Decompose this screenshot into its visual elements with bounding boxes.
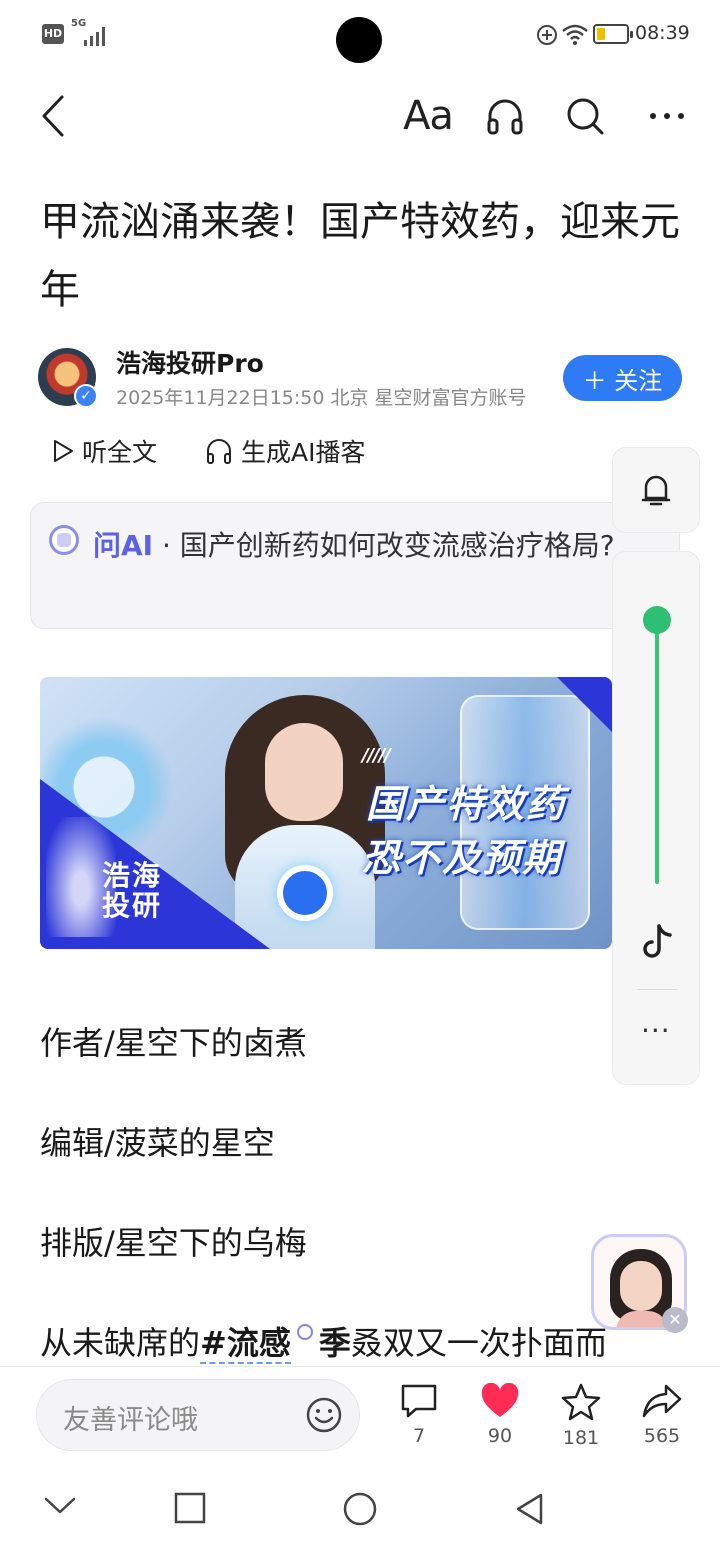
battery-icon bbox=[593, 24, 633, 44]
body-prefix: 从未缺席的 bbox=[40, 1324, 201, 1362]
banner-headline-2: 恐不及预期 bbox=[362, 836, 563, 880]
credit-editor: 编辑/菠菜的星空 bbox=[40, 1124, 275, 1162]
audio-progress-track[interactable] bbox=[655, 618, 659, 884]
article-title: 甲流汹涌来袭！国产特效药，迎来元年 bbox=[40, 199, 680, 313]
star-icon bbox=[561, 1383, 601, 1421]
font-size-label: Aa bbox=[403, 93, 454, 139]
tiktok-icon[interactable] bbox=[639, 922, 675, 962]
back-button[interactable] bbox=[30, 90, 76, 142]
like-button[interactable]: 90 bbox=[465, 1382, 535, 1447]
hd-indicator: HD bbox=[42, 24, 64, 44]
font-size-button[interactable]: Aa bbox=[400, 90, 456, 142]
comment-placeholder: 友善评论哦 bbox=[63, 1405, 198, 1436]
more-button[interactable] bbox=[644, 90, 690, 142]
ai-podcast-button[interactable]: 生成AI播客 bbox=[205, 433, 366, 469]
headphones-icon bbox=[487, 99, 523, 135]
more-icon bbox=[650, 113, 684, 119]
ask-ai-question: · 国产创新药如何改变流感治疗格局? bbox=[153, 529, 615, 562]
back-nav-icon[interactable] bbox=[514, 1492, 544, 1526]
ai-headphones-icon bbox=[207, 439, 232, 464]
listen-full-label: 听全文 bbox=[82, 438, 158, 467]
audio-progress-knob[interactable] bbox=[643, 606, 671, 634]
hashtag-link[interactable]: #流感 bbox=[200, 1324, 291, 1364]
bottom-action-bar: 友善评论哦 7 90 181 565 bbox=[0, 1366, 720, 1466]
top-nav: Aa bbox=[0, 80, 720, 152]
author-avatar[interactable]: ✓ bbox=[38, 348, 98, 408]
article-body-first-line: 从未缺席的#流感 季叒双又一次扑面而 bbox=[40, 1318, 607, 1364]
back-icon bbox=[42, 95, 64, 137]
wifi-icon bbox=[562, 24, 588, 45]
favorite-count: 181 bbox=[562, 1427, 600, 1449]
hashtag-ai-icon[interactable] bbox=[296, 1324, 313, 1340]
banner-corner-accent bbox=[557, 677, 612, 732]
comment-count: 7 bbox=[412, 1425, 426, 1447]
data-saver-icon bbox=[537, 25, 557, 45]
listen-row: 听全文 生成AI播客 bbox=[52, 430, 366, 472]
article-banner-image[interactable]: ///// 国产特效药 恐不及预期 浩海投研 bbox=[40, 677, 612, 949]
ai-podcast-label: 生成AI播客 bbox=[241, 438, 366, 467]
share-count: 565 bbox=[643, 1425, 681, 1447]
share-icon bbox=[642, 1384, 682, 1418]
audio-side-panel: ··· bbox=[612, 551, 700, 1085]
like-count: 90 bbox=[487, 1425, 513, 1447]
follow-button[interactable]: ＋ 关注 bbox=[563, 355, 682, 401]
home-icon[interactable] bbox=[343, 1492, 377, 1526]
banner-stripes: ///// bbox=[362, 745, 391, 766]
credit-layout: 排版/星空下的乌梅 bbox=[40, 1224, 307, 1262]
search-button[interactable] bbox=[562, 90, 608, 142]
author-name[interactable]: 浩海投研Pro bbox=[116, 344, 264, 380]
ai-logo-icon bbox=[49, 525, 79, 555]
body-bold: 季 bbox=[318, 1324, 351, 1362]
clock: 08:39 bbox=[635, 22, 690, 44]
signal-icon bbox=[84, 27, 105, 46]
search-icon bbox=[567, 98, 604, 135]
verified-icon: ✓ bbox=[74, 384, 98, 408]
ask-ai-card[interactable]: 问AI · 国产创新药如何改变流感治疗格局? bbox=[30, 502, 680, 629]
notification-button[interactable] bbox=[612, 447, 700, 533]
side-more-button[interactable]: ··· bbox=[641, 1014, 671, 1047]
heart-icon bbox=[481, 1382, 519, 1417]
credit-author: 作者/星空下的卤煮 bbox=[40, 1024, 307, 1062]
listen-button[interactable] bbox=[482, 90, 528, 142]
share-button[interactable]: 565 bbox=[627, 1383, 697, 1447]
ask-ai-text: 问AI · 国产创新药如何改变流感治疗格局? bbox=[93, 521, 663, 571]
recents-icon[interactable] bbox=[174, 1492, 206, 1524]
bell-icon bbox=[641, 475, 671, 506]
system-navigation-bar bbox=[0, 1466, 720, 1560]
camera-cutout bbox=[336, 17, 382, 63]
article-meta: 2025年11月22日15:50 北京 星空财富官方账号 bbox=[116, 387, 527, 409]
comment-button[interactable]: 7 bbox=[384, 1383, 454, 1447]
close-assistant-icon[interactable]: ✕ bbox=[662, 1307, 688, 1333]
favorite-button[interactable]: 181 bbox=[546, 1383, 616, 1449]
hide-keyboard-icon[interactable] bbox=[44, 1496, 76, 1516]
body-suffix: 叒双又一次扑面而 bbox=[350, 1324, 607, 1362]
banner-brand: 浩海投研 bbox=[102, 859, 163, 922]
comment-input[interactable]: 友善评论哦 bbox=[36, 1379, 360, 1451]
banner-headline-1: 国产特效药 bbox=[366, 782, 567, 826]
play-icon bbox=[54, 440, 73, 462]
ask-ai-tag: 问AI bbox=[93, 529, 154, 562]
status-bar: HD 5G 08:39 bbox=[0, 0, 720, 70]
emoji-icon[interactable] bbox=[305, 1396, 343, 1434]
listen-full-button[interactable]: 听全文 bbox=[52, 433, 157, 469]
side-divider bbox=[637, 989, 677, 990]
comment-icon bbox=[401, 1384, 437, 1418]
